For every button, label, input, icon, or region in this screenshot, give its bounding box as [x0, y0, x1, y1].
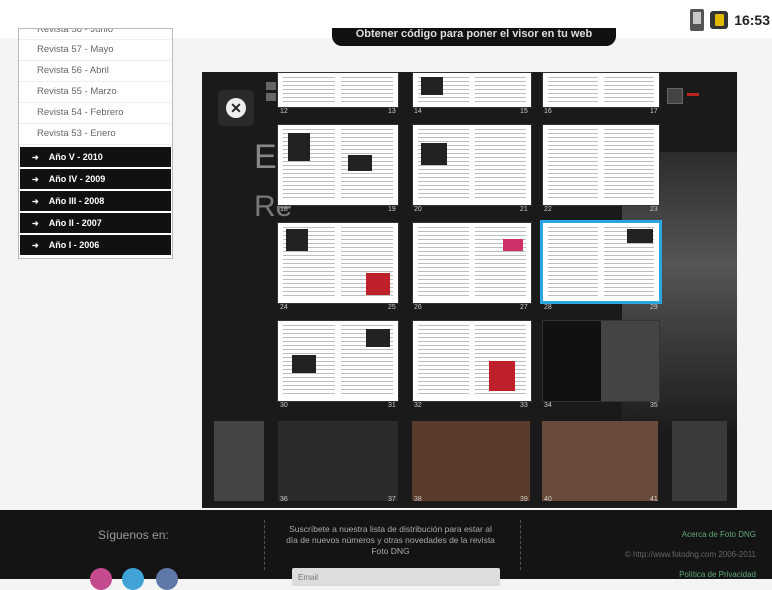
page-spread[interactable] [277, 320, 399, 402]
page-spread[interactable] [277, 72, 399, 108]
page-number: 12 [280, 108, 288, 115]
issue-item[interactable]: Revista 53 - Enero [19, 124, 172, 145]
arrow-right-icon: ➜ [32, 153, 39, 162]
year-item[interactable]: ➜ Año I - 2006 [20, 235, 171, 255]
divider [264, 520, 266, 570]
page-spread[interactable] [542, 320, 660, 402]
page-number: 21 [520, 206, 528, 213]
privacy-link[interactable]: Política de Privacidad [679, 570, 756, 579]
page-number: 20 [414, 206, 422, 213]
page-number: 13 [388, 108, 396, 115]
year-label: Año V - 2010 [48, 152, 103, 162]
year-label: Año III - 2008 [48, 196, 105, 206]
flickr-icon[interactable] [90, 568, 112, 590]
year-label: Año II - 2007 [48, 218, 102, 228]
issue-item[interactable]: Revista 55 - Marzo [19, 82, 172, 103]
year-item[interactable]: ➜ Año V - 2010 [20, 147, 171, 167]
arrow-right-icon: ➜ [32, 197, 39, 206]
page-spread[interactable] [542, 72, 660, 108]
page-spread[interactable] [412, 124, 532, 206]
page-number: 24 [280, 304, 288, 311]
year-label: Año I - 2006 [48, 240, 100, 250]
page-spread-selected[interactable] [540, 220, 662, 304]
page-number: 19 [388, 206, 396, 213]
close-icon: ✕ [226, 98, 246, 118]
page-number: 15 [520, 108, 528, 115]
fullscreen-icon[interactable] [667, 88, 683, 104]
page-spread[interactable] [412, 72, 532, 108]
issue-item[interactable]: Revista 58 - Junio [19, 29, 172, 40]
page-number: 29 [650, 304, 658, 311]
strip-thumb[interactable] [214, 421, 264, 501]
about-link[interactable]: Acerca de Foto DNG [682, 530, 756, 539]
arrow-right-icon: ➜ [32, 219, 39, 228]
page-number: 30 [280, 402, 288, 409]
page-number: 37 [388, 496, 396, 503]
brand-mark [687, 93, 699, 96]
page-number: 38 [414, 496, 422, 503]
magazine-viewer[interactable]: Eu Re ✕ 12 13 14 15 16 17 18 19 20 21 22… [202, 72, 737, 508]
page-spread[interactable] [412, 222, 532, 304]
page-spread[interactable] [277, 222, 399, 304]
page-number: 35 [650, 402, 658, 409]
facebook-icon[interactable] [156, 568, 178, 590]
page-number: 18 [280, 206, 288, 213]
year-label: Año IV - 2009 [48, 174, 106, 184]
page-number: 40 [544, 496, 552, 503]
page-number: 23 [650, 206, 658, 213]
page-spread[interactable] [542, 124, 660, 206]
strip-thumb[interactable] [672, 421, 727, 501]
arrow-right-icon: ➜ [32, 175, 39, 184]
year-item[interactable]: ➜ Año III - 2008 [20, 191, 171, 211]
embed-code-button[interactable]: Obtener código para poner el visor en tu… [332, 28, 616, 46]
copyright-text: © http://www.fotodng.com 2006-2011 [624, 550, 756, 559]
page-number: 25 [388, 304, 396, 311]
clock: 16:53 [734, 12, 770, 28]
page-number: 22 [544, 206, 552, 213]
page-spread[interactable] [412, 320, 532, 402]
twitter-icon[interactable] [122, 568, 144, 590]
battery-icon [710, 11, 729, 29]
page-number: 16 [544, 108, 552, 115]
email-input[interactable] [292, 568, 500, 586]
follow-label: Síguenos en: [98, 528, 169, 542]
page-number: 39 [520, 496, 528, 503]
phone-signal-icon [690, 9, 705, 31]
page-number: 32 [414, 402, 422, 409]
issue-item[interactable]: Revista 57 - Mayo [19, 40, 172, 61]
issue-item[interactable]: Revista 54 - Febrero [19, 103, 172, 124]
page-number: 26 [414, 304, 422, 311]
issue-sidebar: Revista 58 - Junio Revista 57 - Mayo Rev… [18, 28, 173, 259]
toolbar-mini-icons [266, 82, 276, 112]
arrow-right-icon: ➜ [32, 241, 39, 250]
thumbnail-strip[interactable] [202, 417, 737, 508]
page-number: 31 [388, 402, 396, 409]
page-number: 27 [520, 304, 528, 311]
subscribe-text: Suscríbete a nuestra lista de distribuci… [286, 524, 495, 556]
strip-thumb[interactable] [412, 421, 530, 501]
issue-item[interactable]: Revista 56 - Abril [19, 61, 172, 82]
site-footer: Síguenos en: Suscríbete a nuestra lista … [0, 510, 772, 590]
year-item[interactable]: ➜ Año II - 2007 [20, 213, 171, 233]
divider [520, 520, 522, 570]
strip-thumb[interactable] [542, 421, 658, 501]
page-number: 28 [544, 304, 552, 311]
page-number: 36 [280, 496, 288, 503]
page-number: 17 [650, 108, 658, 115]
page-spread[interactable] [277, 124, 399, 206]
page-number: 33 [520, 402, 528, 409]
page-number: 34 [544, 402, 552, 409]
year-item[interactable]: ➜ Año IV - 2009 [20, 169, 171, 189]
close-button[interactable]: ✕ [218, 90, 254, 126]
page-number: 41 [650, 496, 658, 503]
strip-thumb[interactable] [278, 421, 398, 501]
page-number: 14 [414, 108, 422, 115]
